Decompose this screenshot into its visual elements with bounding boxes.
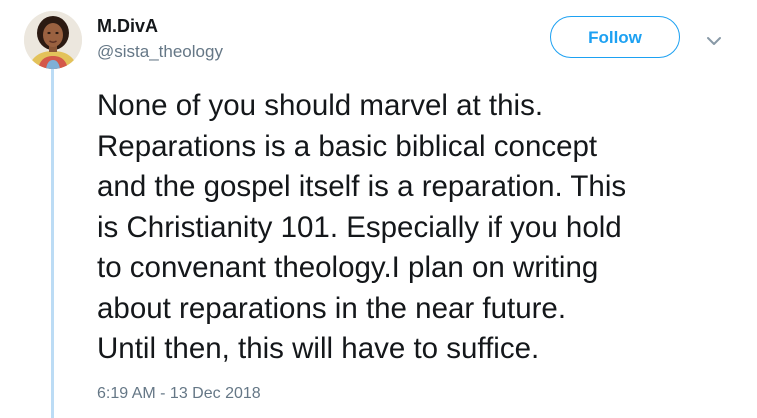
display-name[interactable]: M.DivA: [97, 15, 158, 37]
chevron-down-icon[interactable]: [704, 31, 724, 51]
user-handle[interactable]: @sista_theology: [97, 42, 223, 62]
tweet-timestamp[interactable]: 6:19 AM - 13 Dec 2018: [97, 384, 261, 404]
avatar[interactable]: [24, 11, 82, 69]
follow-button[interactable]: Follow: [550, 16, 680, 58]
tweet-text: None of you should marvel at this. Repar…: [97, 89, 627, 365]
avatar-image: [24, 11, 82, 69]
thread-line: [51, 68, 54, 418]
